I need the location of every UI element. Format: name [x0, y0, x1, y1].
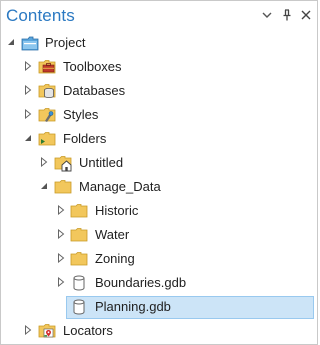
- expanded-arrow-icon[interactable]: [39, 181, 49, 191]
- geodatabase-icon: [70, 274, 88, 292]
- tree-item-styles[interactable]: Styles: [1, 103, 317, 127]
- folders-icon: [38, 130, 56, 148]
- collapsed-arrow-icon[interactable]: [23, 61, 33, 71]
- close-icon[interactable]: [299, 8, 313, 22]
- collapsed-arrow-icon[interactable]: [23, 325, 33, 335]
- styles-folder-icon: [38, 106, 56, 124]
- tree-item-label: Styles: [63, 107, 99, 122]
- project-icon: [21, 34, 39, 52]
- collapsed-arrow-icon[interactable]: [23, 109, 33, 119]
- tree-item-label: Water: [95, 227, 130, 242]
- tree-item-historic[interactable]: Historic: [1, 199, 317, 223]
- tree-item-label: Project: [45, 35, 86, 50]
- contents-pane: Contents Project Toolboxes Databases Sty…: [0, 0, 318, 345]
- pin-icon[interactable]: [280, 8, 294, 22]
- tree-item-toolboxes[interactable]: Toolboxes: [1, 55, 317, 79]
- tree-item-label: Untitled: [79, 155, 124, 170]
- tree-item-label: Locators: [63, 323, 113, 338]
- expanded-arrow-icon[interactable]: [23, 133, 33, 143]
- locators-folder-icon: [38, 322, 56, 340]
- tree-item-zoning[interactable]: Zoning: [1, 247, 317, 271]
- tree-item-label: Historic: [95, 203, 139, 218]
- pane-title-bar: Contents: [1, 1, 317, 31]
- tree-item-label: Toolboxes: [63, 59, 122, 74]
- folder-icon: [70, 226, 88, 244]
- tree-item-project[interactable]: Project: [1, 31, 317, 55]
- tree-item-label: Planning.gdb: [95, 299, 171, 314]
- collapsed-arrow-icon[interactable]: [56, 277, 66, 287]
- tree-item-databases[interactable]: Databases: [1, 79, 317, 103]
- home-folder-icon: [54, 154, 72, 172]
- tree-item-untitled[interactable]: Untitled: [1, 151, 317, 175]
- collapsed-arrow-icon[interactable]: [56, 253, 66, 263]
- collapsed-arrow-icon[interactable]: [56, 229, 66, 239]
- geodatabase-icon: [70, 298, 88, 316]
- database-folder-icon: [38, 82, 56, 100]
- folder-icon: [70, 202, 88, 220]
- tree-item-label: Folders: [63, 131, 107, 146]
- tree-item-manage-data[interactable]: Manage_Data: [1, 175, 317, 199]
- pane-title: Contents: [6, 6, 75, 25]
- tree-item-label: Boundaries.gdb: [95, 275, 187, 290]
- expanded-arrow-icon[interactable]: [6, 37, 16, 47]
- collapsed-arrow-icon[interactable]: [23, 85, 33, 95]
- folder-icon: [70, 250, 88, 268]
- collapsed-arrow-icon[interactable]: [39, 157, 49, 167]
- tree-item-locators[interactable]: Locators: [1, 319, 317, 343]
- chevron-down-icon[interactable]: [260, 8, 274, 22]
- tree-item-water[interactable]: Water: [1, 223, 317, 247]
- tree-item-boundaries-gdb[interactable]: Boundaries.gdb: [1, 271, 317, 295]
- tree-item-folders[interactable]: Folders: [1, 127, 317, 151]
- tree-item-planning-gdb[interactable]: Planning.gdb: [1, 295, 317, 319]
- tree-item-label: Databases: [63, 83, 126, 98]
- tree-item-label: Zoning: [95, 251, 135, 266]
- folder-icon: [54, 178, 72, 196]
- toolbox-folder-icon: [38, 58, 56, 76]
- collapsed-arrow-icon[interactable]: [56, 205, 66, 215]
- tree-item-label: Manage_Data: [79, 179, 161, 194]
